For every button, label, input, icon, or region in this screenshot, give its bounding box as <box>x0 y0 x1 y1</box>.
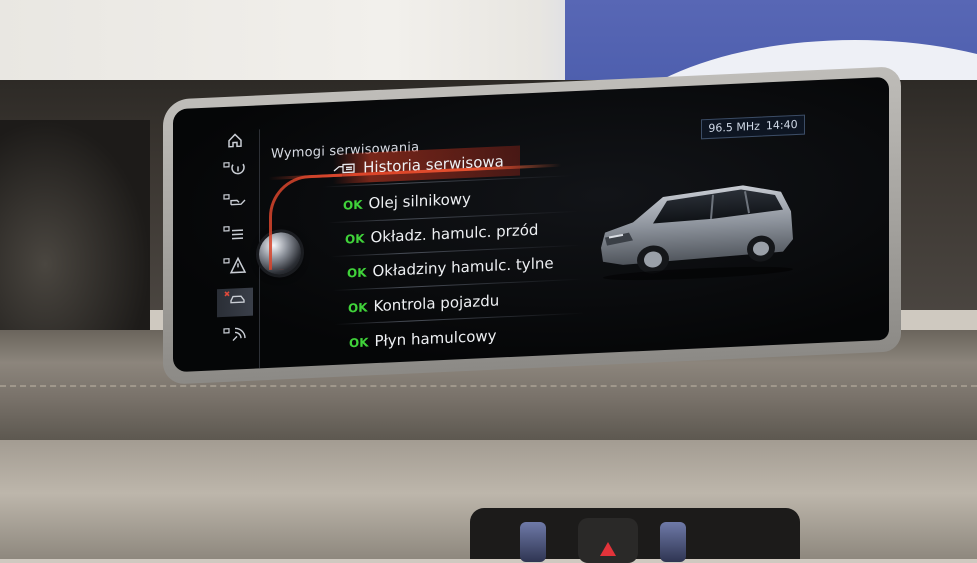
tire-pressure-icon[interactable] <box>217 160 253 190</box>
display-bezel: Wymogi serwisowania 96.5 MHz 14:40 Histor… <box>163 66 901 385</box>
home-icon[interactable] <box>217 130 253 160</box>
oil-can-icon[interactable] <box>217 192 253 222</box>
dashboard-left <box>0 120 150 360</box>
console-button[interactable] <box>520 522 546 562</box>
side-rail <box>211 129 260 372</box>
status-badge: OK <box>347 265 367 281</box>
status-bar: 96.5 MHz 14:40 <box>701 114 805 140</box>
status-badge: OK <box>349 335 369 351</box>
hazard-button[interactable] <box>578 518 638 563</box>
menu-item-label: Historia serwisowa <box>363 152 504 177</box>
menu-item-label: Płyn hamulcowy <box>374 326 497 351</box>
warning-triangle-icon[interactable] <box>217 256 253 286</box>
status-badge: OK <box>345 231 365 247</box>
status-badge: OK <box>348 300 368 316</box>
menu-item-engine-oil[interactable]: OK Olej silnikowy <box>343 184 471 220</box>
center-console <box>470 508 800 563</box>
menu-item-label: Olej silnikowy <box>368 189 471 213</box>
clock: 14:40 <box>765 117 798 133</box>
radio-frequency: 96.5 MHz <box>708 119 760 135</box>
menu-item-label: Okładz. hamulc. przód <box>370 220 539 247</box>
dashboard-stitching <box>0 385 977 387</box>
car-service-icon[interactable] <box>217 287 253 318</box>
infotainment-screen: Wymogi serwisowania 96.5 MHz 14:40 Histor… <box>173 76 889 373</box>
vehicle-illustration <box>601 185 793 281</box>
connected-services-icon[interactable] <box>217 326 253 356</box>
console-button[interactable] <box>660 522 686 562</box>
menu-item-label: Kontrola pojazdu <box>373 291 500 316</box>
menu-item-label: Okładziny hamulc. tylne <box>372 254 554 281</box>
brake-icon[interactable] <box>217 224 253 254</box>
menu-item-brake-fluid[interactable]: OK Płyn hamulcowy <box>349 321 497 358</box>
status-badge: OK <box>343 197 363 213</box>
service-history-icon <box>333 162 359 178</box>
